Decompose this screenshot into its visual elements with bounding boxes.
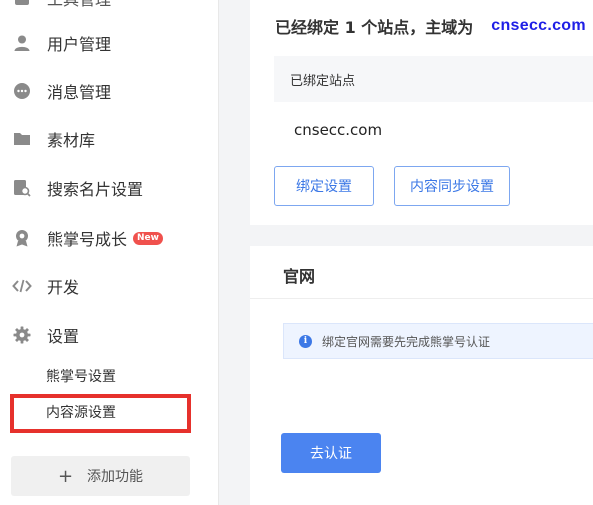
sidebar-item-messages[interactable]: 消息管理 (0, 71, 219, 111)
info-notice: i 绑定官网需要先完成熊掌号认证 (283, 323, 593, 359)
sidebar-item-label: 用户管理 (47, 35, 112, 54)
plus-icon: + (57, 465, 74, 487)
code-icon (12, 276, 32, 296)
search-card-icon (12, 178, 32, 198)
add-feature-button[interactable]: + 添加功能 (11, 456, 190, 496)
sidebar-item-label: 设置 (47, 327, 80, 346)
message-icon (12, 81, 32, 101)
sidebar-item-label: 熊掌号成长 (47, 230, 128, 249)
sidebar-item-search-card[interactable]: 搜索名片设置 (0, 168, 219, 208)
sidebar-item-label: 工具管理 (47, 0, 111, 10)
table-header-label: 已绑定站点 (290, 73, 356, 89)
gear-icon (12, 325, 32, 345)
content-sync-settings-button[interactable]: 内容同步设置 (394, 166, 510, 206)
bound-sites-title-text: 已经绑定 1 个站点，主域为 (275, 18, 474, 37)
sidebar-item-users[interactable]: 用户管理 (0, 23, 219, 63)
sidebar-item-settings[interactable]: 设置 (0, 315, 219, 355)
go-verify-button[interactable]: 去认证 (281, 433, 381, 473)
sidebar-item-growth[interactable]: 熊掌号成长 New (0, 218, 219, 258)
user-icon (12, 33, 32, 53)
sidebar-item-dev[interactable]: 开发 (0, 266, 219, 306)
new-badge: New (133, 231, 163, 245)
main-domain: cnsecc.com (491, 17, 586, 34)
add-feature-label: 添加功能 (87, 469, 144, 485)
sidebar-item-label: 开发 (47, 278, 80, 297)
official-site-title: 官网 (283, 267, 316, 286)
table-header: 已绑定站点 (274, 56, 593, 102)
folder-icon (12, 129, 32, 149)
sidebar-item-label: 消息管理 (47, 83, 112, 102)
dashboard-icon (12, 0, 32, 8)
bind-settings-button[interactable]: 绑定设置 (274, 166, 374, 206)
sidebar-item-label: 搜索名片设置 (47, 180, 144, 199)
divider (250, 298, 593, 299)
sidebar-item-tools[interactable]: 工具管理 (0, 0, 219, 10)
highlight-annotation (10, 394, 191, 433)
info-notice-text: 绑定官网需要先完成熊掌号认证 (322, 334, 491, 349)
sidebar-item-materials[interactable]: 素材库 (0, 119, 219, 159)
sidebar: 工具管理 用户管理 消息管理 素材库 搜索名片设置 熊掌号成长 New (0, 0, 219, 505)
sidebar-item-label: 素材库 (47, 131, 96, 150)
table-row: cnsecc.com (294, 121, 383, 139)
sidebar-subitem-account-settings[interactable]: 熊掌号设置 (46, 366, 116, 386)
badge-icon (12, 228, 32, 248)
bound-sites-title: 已经绑定 1 个站点，主域为 cnsecc.com (275, 14, 586, 38)
info-icon: i (299, 334, 312, 348)
